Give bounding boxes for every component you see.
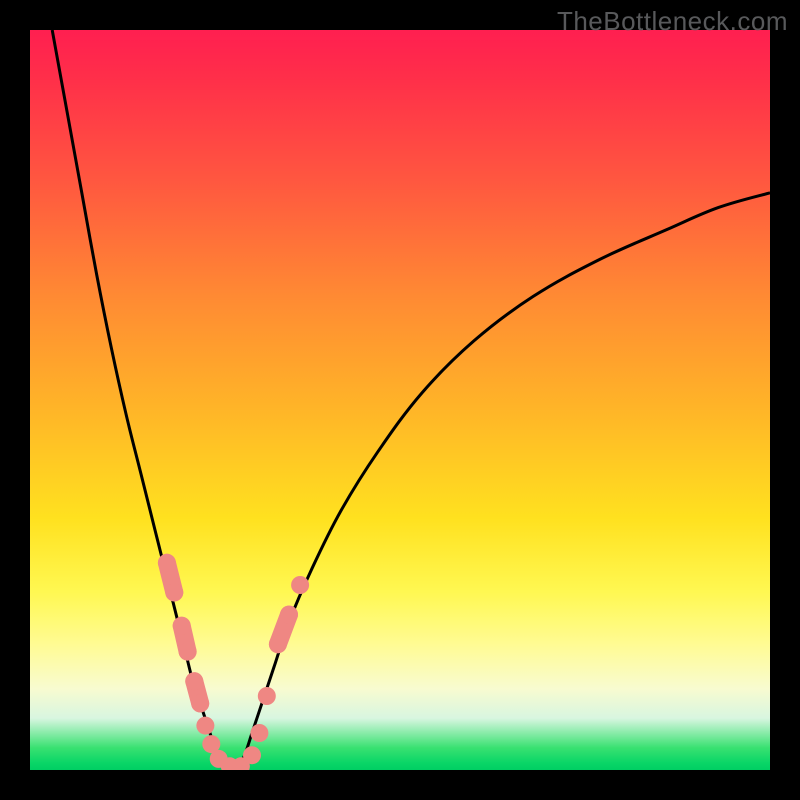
marker-dot xyxy=(291,576,309,594)
chart-container: TheBottleneck.com xyxy=(0,0,800,800)
marker-dot xyxy=(196,717,214,735)
marker-dot xyxy=(179,643,197,661)
curve-layer xyxy=(30,30,770,770)
marker-dot xyxy=(258,687,276,705)
marker-dot xyxy=(191,694,209,712)
plot-area xyxy=(30,30,770,770)
marker-dot xyxy=(280,606,298,624)
marker-dot xyxy=(243,746,261,764)
marker-dot xyxy=(185,672,203,690)
marker-dot xyxy=(269,635,287,653)
marker-dot xyxy=(158,554,176,572)
watermark-text: TheBottleneck.com xyxy=(557,6,788,37)
right-curve xyxy=(237,193,770,770)
left-curve xyxy=(52,30,230,770)
marker-dots xyxy=(158,554,309,770)
marker-dot xyxy=(173,617,191,635)
marker-dot xyxy=(250,724,268,742)
marker-dot xyxy=(165,583,183,601)
